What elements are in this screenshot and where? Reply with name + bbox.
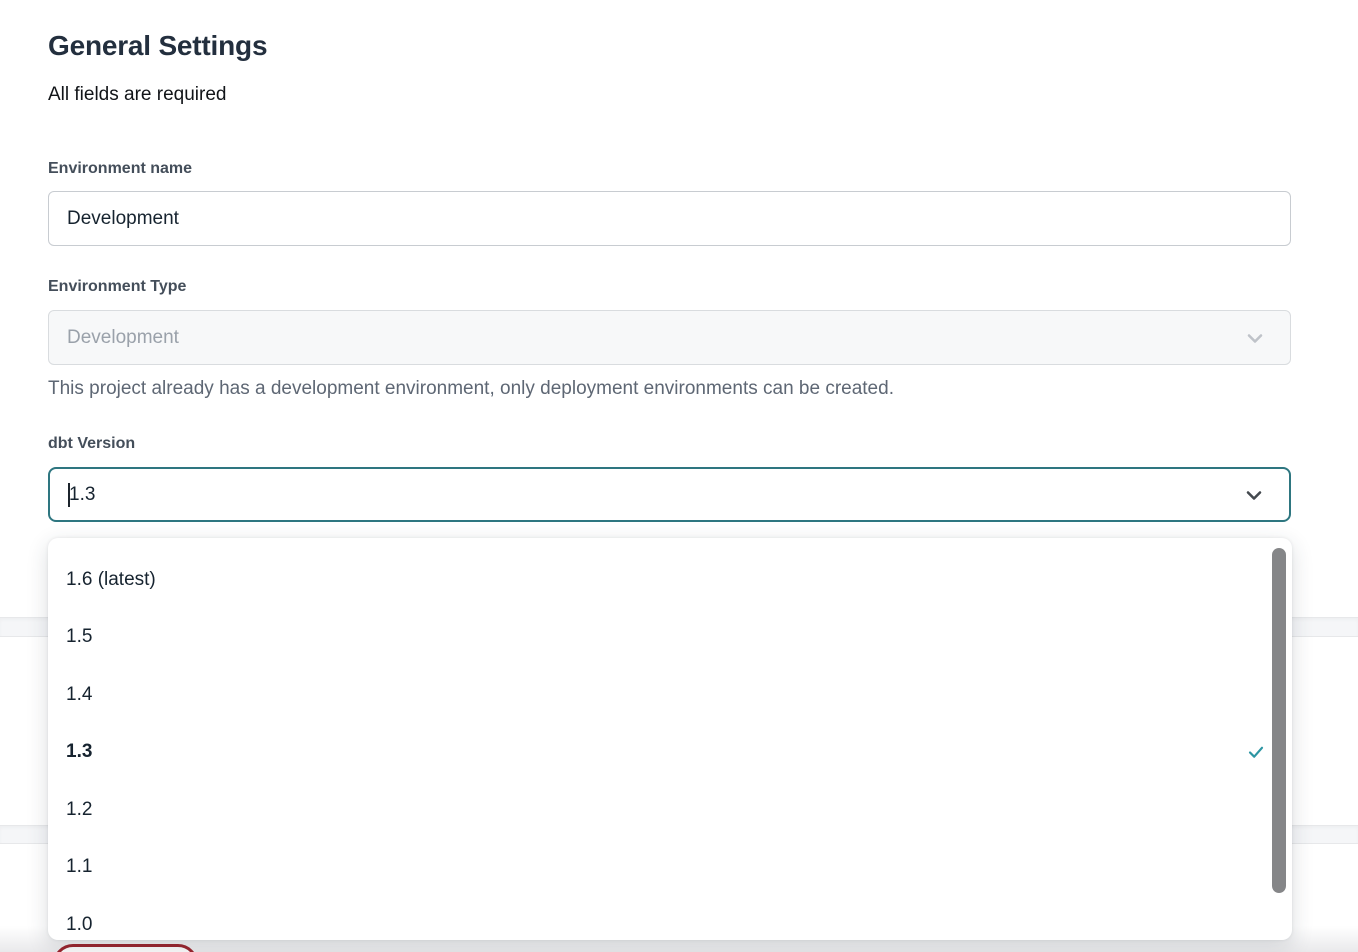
dropdown-option[interactable]: 1.3 (48, 724, 1292, 782)
dropdown-option[interactable]: 1.5 (48, 609, 1292, 667)
environment-type-select: Development (48, 310, 1291, 365)
dropdown-option-label: 1.2 (66, 799, 92, 821)
dropdown-option-label: 1.6 (latest) (66, 569, 156, 591)
dropdown-option-label: 1.3 (66, 741, 92, 763)
environment-name-input[interactable] (48, 191, 1291, 246)
page-title: General Settings (48, 30, 267, 62)
environment-settings-page: General Settings All fields are required… (0, 0, 1358, 952)
dropdown-option[interactable]: 1.0 (48, 896, 1292, 940)
dbt-version-label: dbt Version (48, 435, 135, 453)
chevron-down-icon (1244, 327, 1266, 349)
environment-name-label: Environment name (48, 160, 192, 178)
environment-type-value: Development (67, 327, 179, 349)
dropdown-option-label: 1.0 (66, 914, 92, 936)
environment-type-helper-text: This project already has a development e… (48, 378, 894, 400)
environment-type-label: Environment Type (48, 278, 186, 296)
dropdown-option-label: 1.1 (66, 856, 92, 878)
danger-button[interactable] (53, 944, 198, 952)
dropdown-option[interactable]: 1.2 (48, 781, 1292, 839)
chevron-down-icon[interactable] (1243, 484, 1265, 506)
dbt-version-dropdown: 1.6 (latest) 1.5 1.4 1.3 1.2 1.1 1.0 (48, 538, 1292, 940)
dropdown-option[interactable]: 1.4 (48, 666, 1292, 724)
page-subtitle: All fields are required (48, 84, 226, 106)
dbt-version-value: 1.3 (69, 484, 95, 506)
dropdown-option-label: 1.4 (66, 684, 92, 706)
dropdown-option[interactable]: 1.1 (48, 839, 1292, 897)
dropdown-option-label: 1.5 (66, 626, 92, 648)
check-icon (1246, 742, 1266, 762)
dropdown-option[interactable]: 1.6 (latest) (48, 551, 1292, 609)
dropdown-scrollbar-thumb[interactable] (1272, 548, 1286, 893)
dbt-version-combobox[interactable]: 1.3 (48, 467, 1291, 522)
